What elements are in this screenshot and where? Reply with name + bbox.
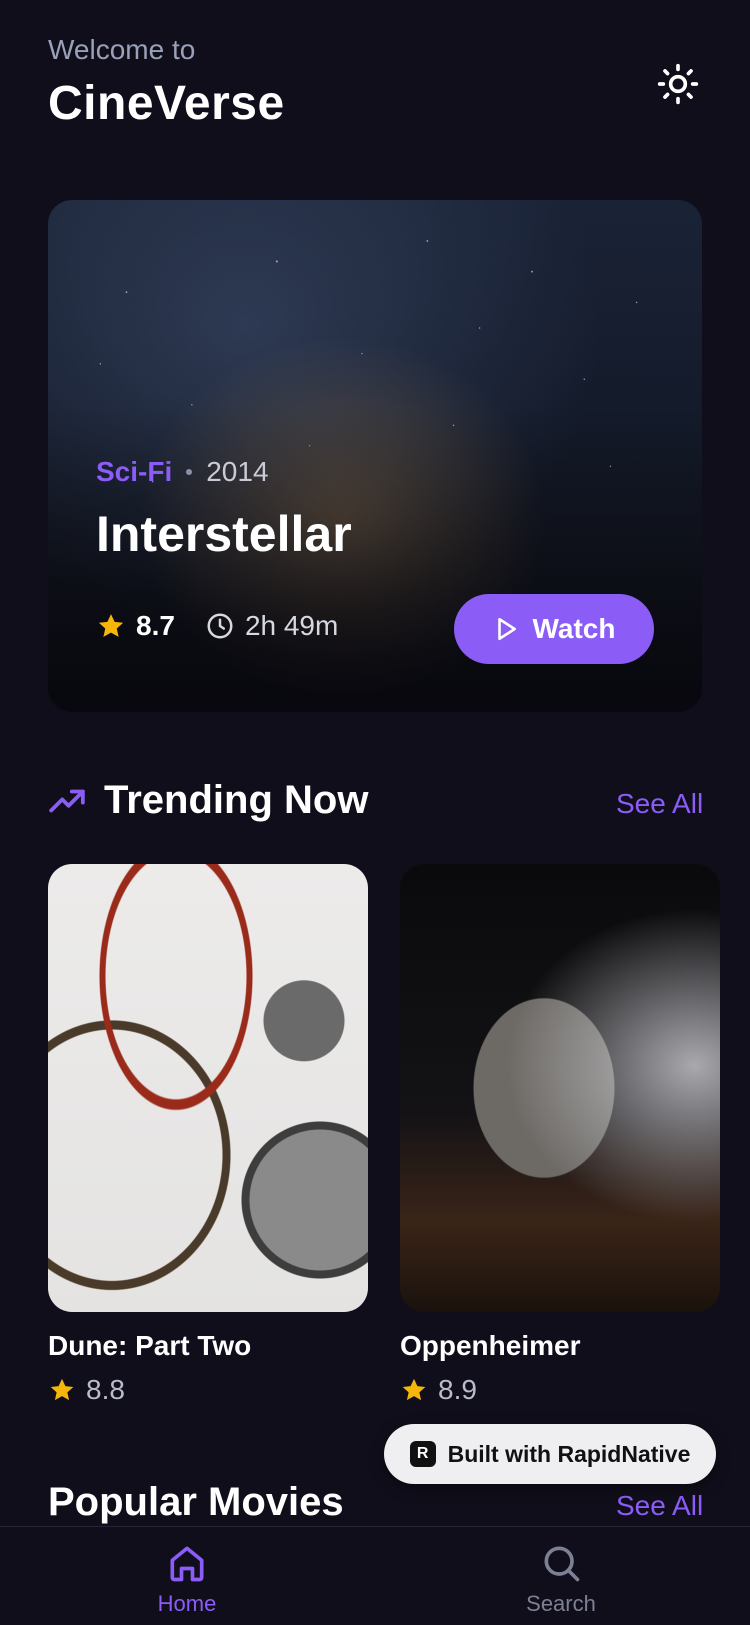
trending-title: Trending Now xyxy=(104,778,369,822)
movie-poster xyxy=(48,864,368,1312)
hero-runtime-value: 2h 49m xyxy=(244,610,339,641)
watch-button[interactable]: Watch xyxy=(454,594,654,664)
movie-rating-value: 8.9 xyxy=(438,1374,477,1405)
movie-rating: 8.9 xyxy=(400,1374,720,1406)
nav-home-tab[interactable]: Home xyxy=(112,1541,262,1617)
sun-icon xyxy=(657,63,699,105)
nav-home-label: Home xyxy=(157,1591,217,1616)
movie-card[interactable]: Oppenheimer 8.9 xyxy=(400,864,720,1406)
movie-title: Dune: Part Two xyxy=(48,1330,252,1361)
play-icon xyxy=(497,617,516,641)
hero-runtime: 2h 49m xyxy=(205,610,338,642)
hero-rating: 8.7 xyxy=(96,610,175,642)
built-with-badge[interactable]: R Built with RapidNative xyxy=(384,1424,716,1484)
movie-rating: 8.8 xyxy=(48,1374,368,1406)
popular-header: Popular Movies xyxy=(48,1480,344,1525)
hero-stats: 8.7 2h 49m xyxy=(96,610,338,642)
movie-card[interactable]: Dune: Part Two 8.8 xyxy=(48,864,368,1406)
hero-rating-value: 8.7 xyxy=(136,610,175,641)
badge-label: Built with RapidNative xyxy=(447,1440,691,1467)
search-icon xyxy=(544,1546,580,1582)
movie-rating-value: 8.8 xyxy=(86,1374,125,1405)
popular-see-all-link[interactable]: See All xyxy=(616,1490,703,1522)
popular-title: Popular Movies xyxy=(48,1480,344,1524)
movie-title: Oppenheimer xyxy=(400,1330,581,1361)
star-icon xyxy=(402,1378,426,1401)
bottom-navigation: Home Search xyxy=(0,1526,750,1625)
app-title: CineVerse xyxy=(48,77,285,130)
star-icon xyxy=(98,614,124,637)
hero-year: 2014 xyxy=(206,456,269,487)
home-icon xyxy=(170,1546,204,1582)
trending-up-icon xyxy=(49,789,85,812)
movie-poster xyxy=(400,864,720,1312)
hero-genre: Sci-Fi xyxy=(96,456,173,487)
theme-toggle-button[interactable] xyxy=(652,58,704,110)
featured-movie-card[interactable]: Sci-Fi 2014 Interstellar 8.7 2h 49m Watc… xyxy=(48,200,702,712)
nav-search-label: Search xyxy=(526,1591,596,1616)
nav-search-tab[interactable]: Search xyxy=(486,1541,636,1617)
hero-title: Interstellar xyxy=(96,506,352,562)
welcome-text: Welcome to xyxy=(48,34,196,65)
star-icon xyxy=(50,1378,74,1401)
rapidnative-logo-icon: R xyxy=(409,1441,436,1467)
clock-icon xyxy=(207,613,233,639)
hero-meta: Sci-Fi 2014 xyxy=(96,456,269,488)
trending-see-all-link[interactable]: See All xyxy=(616,788,703,820)
trending-header: Trending Now xyxy=(48,778,368,823)
separator-dot xyxy=(186,469,193,475)
watch-label: Watch xyxy=(532,613,616,644)
